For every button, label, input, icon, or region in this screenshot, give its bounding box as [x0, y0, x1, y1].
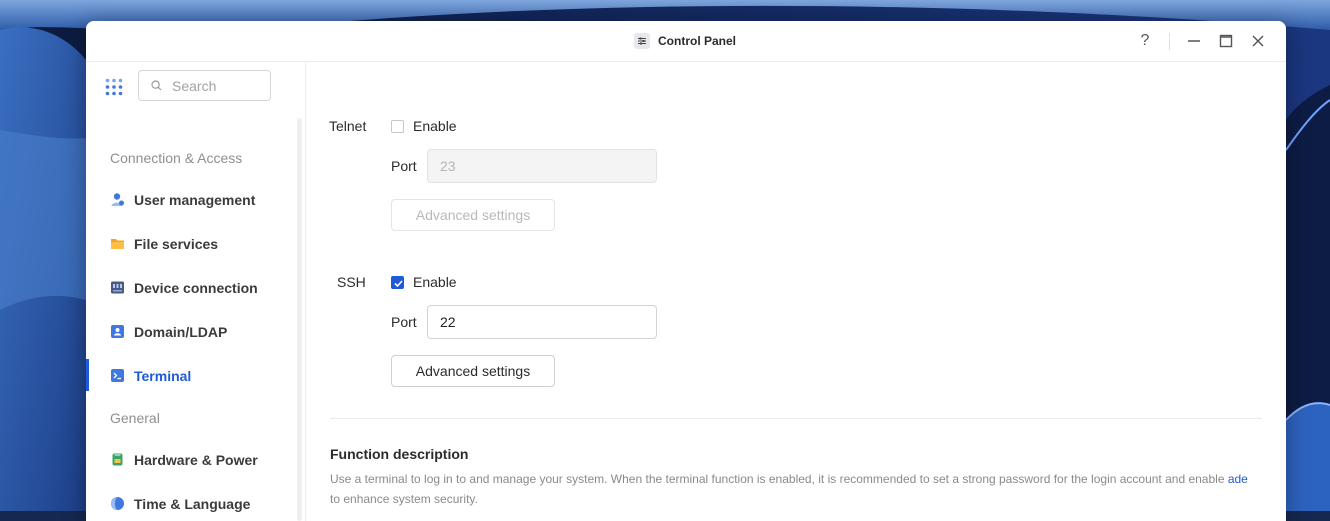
maximize-icon [1219, 34, 1233, 48]
user-management-icon [111, 193, 124, 206]
sidebar: Connection & Access User management File… [86, 62, 306, 521]
minimize-icon [1188, 40, 1200, 42]
ssh-port-label: Port [391, 314, 417, 330]
control-panel-icon [634, 33, 650, 49]
sidebar-item-label: Hardware & Power [134, 452, 258, 468]
hardware-icon [112, 453, 123, 466]
description-text-start: Use a terminal to log in to and manage y… [330, 472, 1228, 486]
telnet-enable-checkbox[interactable] [391, 120, 404, 133]
sidebar-item-label: Time & Language [134, 496, 251, 512]
domain-icon [111, 325, 124, 338]
section-connection-access: Connection & Access [110, 150, 243, 166]
telnet-port-label: Port [391, 158, 417, 174]
help-icon: ? [1140, 32, 1150, 49]
device-icon [111, 281, 124, 294]
active-indicator [86, 359, 89, 391]
sidebar-item-hardware-power[interactable]: Hardware & Power [86, 443, 296, 477]
ssh-enable-checkbox[interactable] [391, 276, 404, 289]
ssh-enable-label[interactable]: Enable [413, 274, 457, 290]
close-icon [1252, 35, 1264, 47]
ssh-advanced-settings-button[interactable]: Advanced settings [391, 355, 555, 387]
sidebar-item-user-management[interactable]: User management [86, 183, 296, 217]
sidebar-item-label: Domain/LDAP [134, 324, 228, 340]
checkmark-icon [394, 280, 403, 288]
telnet-advanced-settings-button[interactable]: Advanced settings [391, 199, 555, 231]
window-title-group: Control Panel [634, 32, 736, 50]
function-description-title: Function description [330, 446, 469, 462]
globe-icon [111, 497, 124, 510]
terminal-icon [111, 369, 124, 382]
sidebar-item-terminal[interactable]: Terminal [86, 359, 296, 393]
close-button[interactable] [1248, 31, 1268, 51]
ssh-port-input[interactable] [427, 305, 657, 339]
sidebar-item-time-language[interactable]: Time & Language [86, 487, 296, 521]
sidebar-scrollbar[interactable] [297, 118, 302, 521]
title-bar: Control Panel ? [86, 21, 1286, 62]
control-panel-window: Control Panel ? Connection & Access [86, 21, 1286, 521]
sidebar-item-file-services[interactable]: File services [86, 227, 296, 261]
section-divider [330, 418, 1262, 419]
terminal-settings-panel: Telnet Enable Port Advanced settings SSH… [306, 62, 1286, 521]
telnet-port-input[interactable] [427, 149, 657, 183]
telnet-enable-label[interactable]: Enable [413, 118, 457, 134]
section-general: General [110, 410, 160, 426]
maximize-button[interactable] [1216, 31, 1236, 51]
sidebar-item-label: User management [134, 192, 256, 208]
ssh-label: SSH [337, 274, 366, 290]
minimize-button[interactable] [1184, 31, 1204, 51]
sidebar-item-label: Terminal [134, 368, 192, 384]
app-grid-icon[interactable] [105, 78, 123, 96]
search-box[interactable] [138, 70, 271, 101]
description-link[interactable]: ade [1228, 472, 1248, 486]
telnet-label: Telnet [329, 118, 367, 134]
folder-icon [111, 239, 124, 249]
sidebar-item-label: Device connection [134, 280, 258, 296]
search-input[interactable] [170, 76, 264, 95]
sidebar-item-device-connection[interactable]: Device connection [86, 271, 296, 305]
sidebar-item-domain-ldap[interactable]: Domain/LDAP [86, 315, 296, 349]
function-description-text: Use a terminal to log in to and manage y… [330, 469, 1258, 509]
titlebar-divider [1169, 33, 1170, 50]
search-icon [151, 80, 162, 91]
help-button[interactable]: ? [1135, 31, 1155, 51]
sidebar-item-label: File services [134, 236, 219, 252]
window-title: Control Panel [658, 34, 737, 48]
description-text-end: to enhance system security. [330, 492, 478, 506]
